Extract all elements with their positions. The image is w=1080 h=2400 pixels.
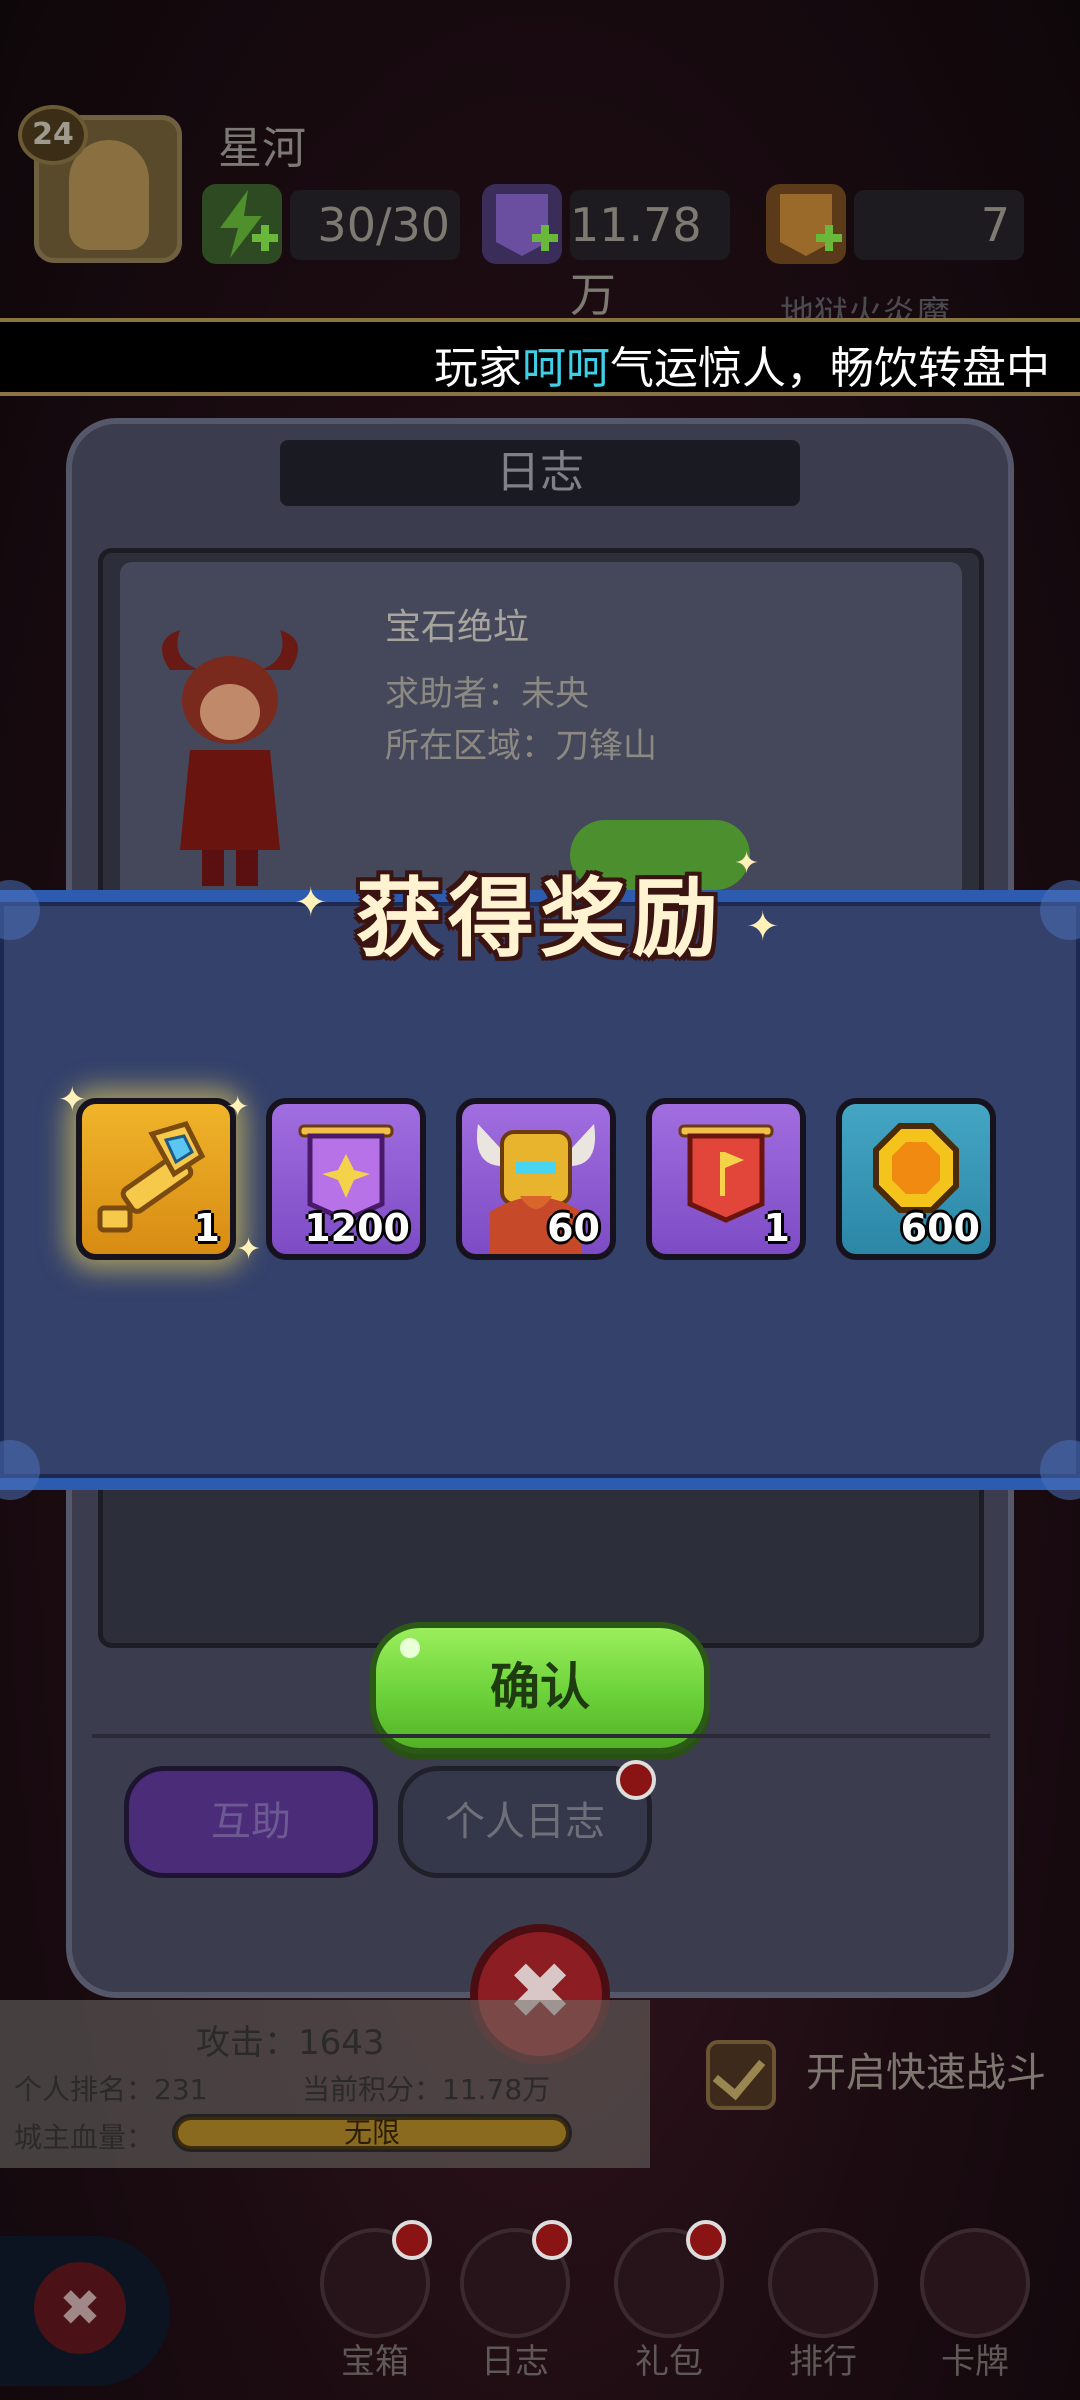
sparkle-icon: ✦ (746, 904, 780, 950)
current-score: 当前积分：11.78万 (302, 2073, 551, 2106)
trophy-icon (768, 2228, 878, 2338)
reward-item-gold-coin[interactable]: 600 (836, 1098, 996, 1260)
personal-rank: 个人排名：231 (14, 2073, 208, 2106)
reward-quantity: 1 (193, 1206, 220, 1250)
boss-hp-bar: 无限 (172, 2114, 572, 2152)
player-name: 星河 (218, 123, 306, 174)
log-dialog-title: 日志 (280, 440, 800, 506)
reward-quantity: 1 (763, 1206, 790, 1250)
ticket-icon[interactable] (766, 184, 846, 264)
log-entry-helper: 求助者：未央 (385, 674, 589, 714)
attack-stat: 攻击：1643 (196, 2023, 385, 2063)
notification-dot (392, 2220, 432, 2260)
boss-hp-value: 无限 (343, 2116, 400, 2149)
sparkle-icon: ✦ (294, 880, 328, 926)
ticket-value: 7 (854, 190, 1024, 260)
reward-quantity: 60 (547, 1206, 600, 1250)
reward-title: 获得奖励 (356, 869, 724, 969)
notification-dot (686, 2220, 726, 2260)
nav-gift-pack[interactable]: 礼包 (594, 2220, 744, 2390)
fast-battle-checkbox[interactable] (706, 2040, 776, 2110)
sparkle-icon: ✦ (226, 1090, 250, 1123)
nav-cards[interactable]: 卡牌 (900, 2220, 1050, 2390)
reward-item-golden-key[interactable]: 1 (76, 1098, 236, 1260)
bottom-nav: 宝箱 日志 礼包 排行 卡牌 (0, 2220, 1080, 2400)
sparkle-icon: ✦ (734, 846, 760, 881)
energy-value: 30/30 (290, 190, 460, 260)
tab-personal-log[interactable]: 个人日志 (398, 1766, 652, 1878)
card-icon (920, 2228, 1030, 2338)
notification-dot (616, 1760, 656, 1800)
player-level-badge: 24 (18, 105, 88, 165)
tab-mutual-help[interactable]: 互助 (124, 1766, 378, 1878)
reward-quantity: 1200 (304, 1206, 410, 1250)
boss-hp-label: 城主血量： (14, 2121, 155, 2154)
notification-dot (532, 2220, 572, 2260)
nav-treasure-chest[interactable]: 宝箱 (300, 2220, 450, 2390)
announcement-marquee: 玩家呵呵气运惊人，畅饮转盘中 (0, 318, 1080, 396)
log-entry-region: 所在区域：刀锋山 (385, 726, 657, 766)
nav-ranking[interactable]: 排行 (748, 2220, 898, 2390)
divider (92, 1734, 990, 1738)
nav-log[interactable]: 日志 (440, 2220, 590, 2390)
energy-icon[interactable] (202, 184, 282, 264)
game-screen: { "player": { "level": "24", "name": "星河… (0, 0, 1080, 2400)
confirm-button-label: 确认 (490, 1658, 590, 1716)
points-icon[interactable] (482, 184, 562, 264)
reward-item-red-flag-banner[interactable]: 1 (646, 1098, 806, 1260)
announcement-player-name: 呵呵 (522, 343, 610, 394)
announcement-text: 玩家呵呵气运惊人，畅饮转盘中 (434, 343, 1050, 394)
reward-item-warrior-hero[interactable]: 60 (456, 1098, 616, 1260)
log-entry-title: 宝石绝垃 (385, 607, 530, 648)
points-value: 11.78万 (570, 190, 730, 322)
reward-item-purple-banner[interactable]: 1200 (266, 1098, 426, 1260)
fast-battle-label: 开启快速战斗 (806, 2050, 1046, 2096)
sparkle-icon: ✦ (58, 1080, 87, 1120)
sparkle-icon: ✦ (236, 1232, 262, 1267)
reward-quantity: 600 (900, 1206, 980, 1250)
